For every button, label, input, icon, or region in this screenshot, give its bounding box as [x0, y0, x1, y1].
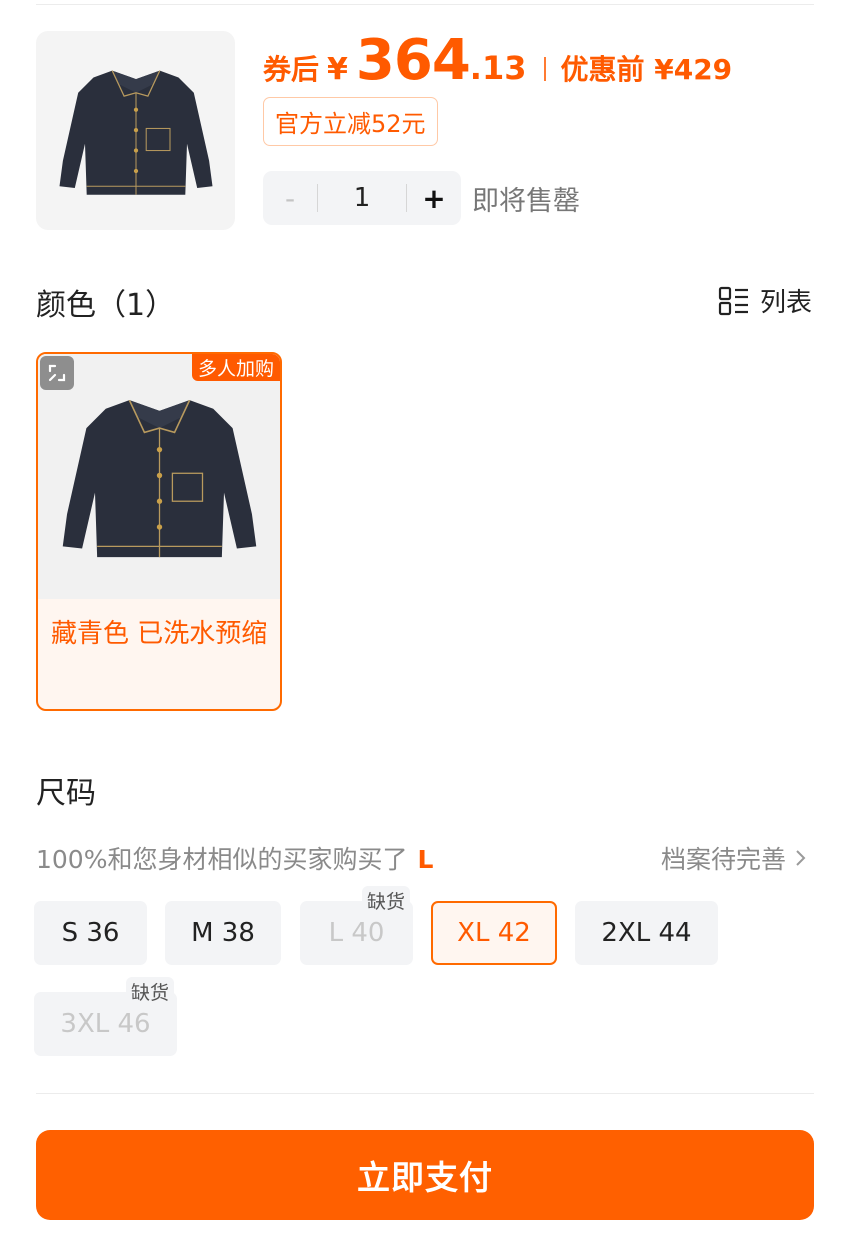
list-view-toggle[interactable]: 列表 — [718, 282, 812, 319]
quantity-increase-button[interactable]: + — [407, 171, 461, 225]
discount-tag: 官方立减52元 — [263, 97, 438, 146]
jacket-image — [62, 399, 256, 558]
size-option-m38[interactable]: M 38 — [165, 901, 281, 965]
price-decimal: .13 — [469, 49, 527, 87]
stock-note: 即将售罄 — [472, 186, 580, 217]
expand-image-button[interactable] — [40, 356, 74, 390]
price-separator — [544, 57, 547, 81]
size-profile-link[interactable]: 档案待完善 — [661, 840, 808, 876]
size-option-label: S 36 — [61, 918, 120, 948]
color-option-image — [38, 354, 280, 599]
color-option-card[interactable]: 多人加购 藏青色 已洗水预缩 — [36, 352, 282, 711]
size-option-label: 2XL 44 — [601, 918, 692, 948]
out-of-stock-tag: 缺货 — [125, 977, 174, 1005]
size-option-label: M 38 — [191, 918, 255, 948]
expand-icon — [48, 364, 66, 382]
size-option-3xl46[interactable]: 3XL 46 缺货 — [34, 977, 177, 1056]
size-option-label: L 40 — [328, 918, 385, 948]
size-option-label: 3XL 46 — [60, 1009, 151, 1039]
quantity-decrease-button[interactable]: - — [263, 171, 317, 225]
out-of-stock-tag: 缺货 — [361, 886, 410, 914]
size-recommendation: 100%和您身材相似的买家购买了 L — [36, 840, 433, 876]
bottom-divider — [36, 1093, 814, 1094]
popular-badge: 多人加购 — [191, 354, 280, 381]
original-price: 优惠前 ¥429 — [560, 53, 733, 86]
price-prefix: 券后 — [263, 53, 320, 86]
size-option-l40[interactable]: L 40 缺货 — [300, 886, 413, 965]
price-currency: ¥ — [327, 52, 348, 87]
pay-now-button[interactable]: 立即支付 — [36, 1130, 814, 1220]
product-thumbnail[interactable] — [36, 31, 235, 230]
recommended-size: L — [417, 845, 434, 874]
top-divider — [36, 4, 814, 5]
size-recommendation-text: 100%和您身材相似的买家购买了 — [36, 845, 408, 874]
chevron-right-icon — [796, 850, 806, 866]
color-option-name: 藏青色 已洗水预缩 — [51, 619, 268, 649]
quantity-stepper: - 1 + — [263, 171, 461, 225]
size-section-title: 尺码 — [36, 776, 96, 811]
size-profile-label: 档案待完善 — [660, 845, 786, 874]
size-option-label: XL 42 — [457, 918, 531, 948]
size-option-s36[interactable]: S 36 — [34, 901, 147, 965]
quantity-value[interactable]: 1 — [318, 183, 406, 213]
size-option-xl42[interactable]: XL 42 — [431, 901, 557, 965]
color-section-title: 颜色（1） — [36, 288, 176, 323]
list-view-label: 列表 — [759, 288, 812, 318]
jacket-image — [59, 69, 212, 195]
list-view-icon — [718, 286, 748, 315]
size-option-2xl44[interactable]: 2XL 44 — [575, 901, 718, 965]
price-integer: 364 — [355, 28, 471, 93]
price-row: 券后 ¥ 364 .13 优惠前 ¥429 — [263, 28, 732, 98]
